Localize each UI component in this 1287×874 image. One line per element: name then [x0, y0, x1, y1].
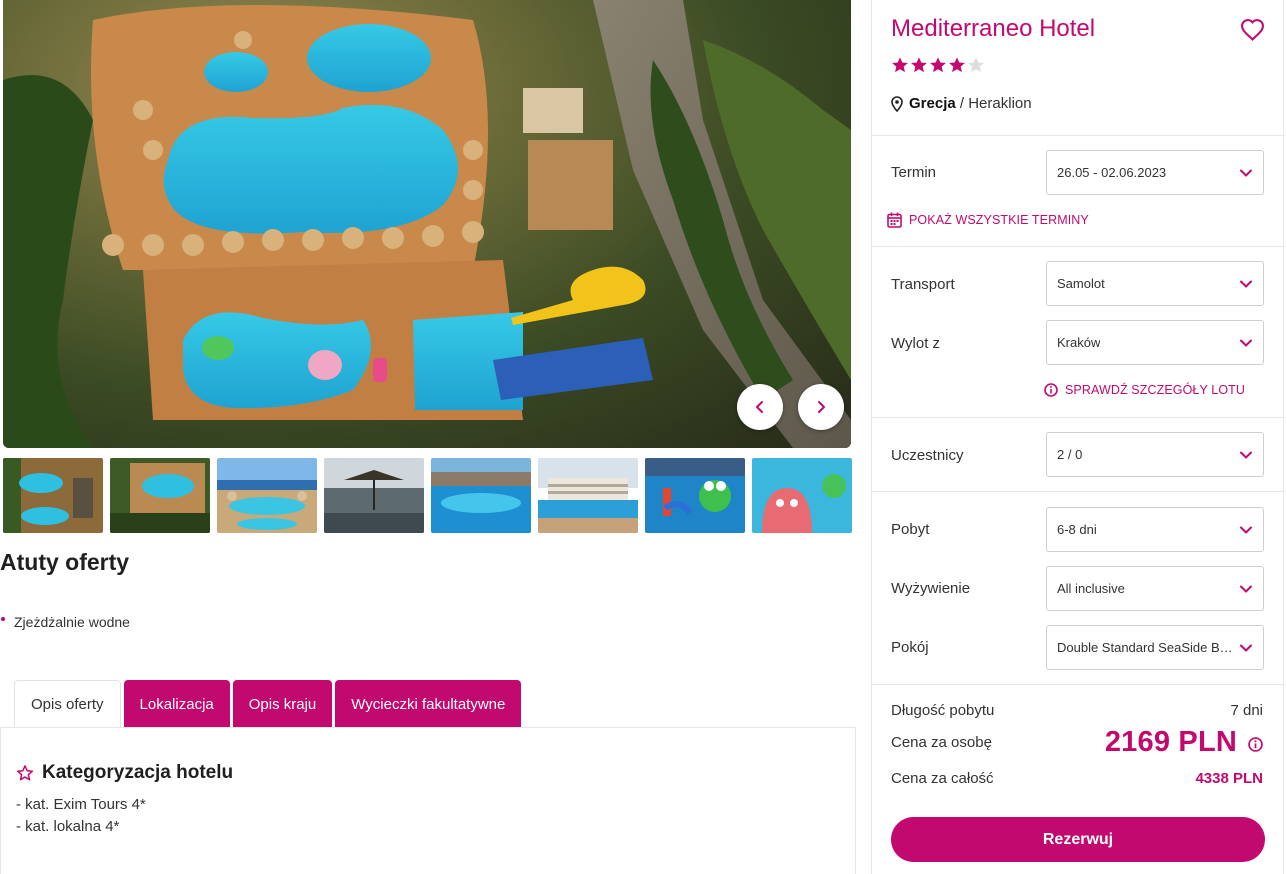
termin-select[interactable]: 26.05 - 02.06.2023 [1046, 150, 1264, 195]
show-all-terms-label: POKAŻ WSZYSTKIE TERMINY [909, 213, 1089, 227]
thumb-pool-aerial-2[interactable] [110, 458, 210, 533]
star-outline-icon [16, 765, 34, 781]
book-button[interactable]: Rezerwuj [891, 817, 1265, 862]
uczestnicy-select[interactable]: 2 / 0 [1046, 432, 1264, 477]
main-photo-image [3, 0, 851, 448]
uczestnicy-label: Uczestnicy [891, 447, 964, 464]
divider [872, 684, 1285, 685]
calendar-icon [887, 212, 902, 228]
pokoj-select[interactable]: Double Standard SeaSide Balcony [1046, 625, 1264, 670]
thumb-kids-pool-octopus[interactable] [752, 458, 852, 533]
gallery-next-button[interactable] [798, 384, 844, 430]
thumbnail-strip [3, 458, 856, 533]
hotel-stars [891, 56, 985, 74]
show-all-terms-link[interactable]: POKAŻ WSZYSTKIE TERMINY [887, 212, 1089, 228]
thumb-pool-aerial-1[interactable] [3, 458, 103, 533]
wylot-select[interactable]: Kraków [1046, 320, 1264, 365]
pobyt-select[interactable]: 6-8 dni [1046, 507, 1264, 552]
tab-wycieczki-fakultatywne[interactable]: Wycieczki fakultatywne [335, 680, 522, 728]
termin-label: Termin [891, 164, 937, 181]
price-info-button[interactable] [1248, 737, 1263, 757]
divider [872, 246, 1285, 247]
thumb-pool-hotel-front[interactable] [431, 458, 531, 533]
category-lines: - kat. Exim Tours 4* - kat. lokalna 4* [16, 794, 146, 838]
atuty-title: Atuty oferty [0, 549, 130, 575]
tab-opis-oferty[interactable]: Opis oferty [14, 680, 121, 728]
atuty-item: Zjeżdżalnie wodne [0, 612, 130, 632]
atuty-list: Zjeżdżalnie wodne [0, 612, 130, 632]
hotel-city: Heraklion [968, 95, 1032, 112]
hotel-name: Mediterraneo Hotel [891, 15, 1096, 42]
gallery-prev-button[interactable] [737, 384, 783, 430]
wyzywienie-select[interactable]: All inclusive [1046, 566, 1264, 611]
main-photo[interactable] [3, 0, 851, 448]
heart-icon [1241, 19, 1264, 41]
star-filled-icon [949, 57, 965, 73]
duration-value: 7 dni [1230, 702, 1263, 719]
per-person-label: Cena za osobę [891, 734, 992, 751]
thumb-pool-sea-view[interactable] [217, 458, 317, 533]
thumb-kids-pool-frog[interactable] [645, 458, 745, 533]
wylot-label: Wylot z [891, 335, 941, 352]
chevron-down-icon [1240, 644, 1252, 652]
total-price: 4338 PLN [1195, 770, 1263, 787]
tab-panel: Kategoryzacja hotelu - kat. Exim Tours 4… [0, 727, 856, 874]
flight-details-link[interactable]: SPRAWDŹ SZCZEGÓŁY LOTU [1044, 383, 1245, 397]
duration-label: Długość pobytu [891, 702, 995, 719]
chevron-down-icon [1240, 339, 1252, 347]
chevron-down-icon [1240, 585, 1252, 593]
description-tabs: Opis oferty Lokalizacja Opis kraju Wycie… [14, 680, 522, 728]
category-line: - kat. Exim Tours 4* [16, 796, 146, 813]
pokoj-value: Double Standard SeaSide Balcony [1057, 640, 1233, 655]
info-icon [1248, 737, 1263, 752]
thumb-beach-umbrellas[interactable] [324, 458, 424, 533]
pobyt-label: Pobyt [891, 521, 930, 538]
per-person-price: 2169 PLN [1104, 726, 1237, 758]
uczestnicy-value: 2 / 0 [1057, 447, 1083, 462]
transport-label: Transport [891, 276, 955, 293]
location-separator: / [955, 95, 969, 112]
wyzywienie-value: All inclusive [1057, 581, 1125, 596]
star-filled-icon [892, 57, 908, 73]
tab-opis-kraju[interactable]: Opis kraju [232, 680, 333, 728]
category-line: - kat. lokalna 4* [16, 818, 120, 835]
divider [872, 491, 1285, 492]
pokoj-label: Pokój [891, 639, 929, 656]
chevron-down-icon [1240, 451, 1252, 459]
chevron-down-icon [1240, 526, 1252, 534]
star-filled-icon [930, 57, 946, 73]
tab-lokalizacja[interactable]: Lokalizacja [123, 680, 230, 728]
wyzywienie-label: Wyżywienie [891, 580, 971, 597]
chevron-down-icon [1240, 169, 1252, 177]
total-label: Cena za całość [891, 770, 994, 787]
flight-details-label: SPRAWDŹ SZCZEGÓŁY LOTU [1065, 383, 1246, 397]
wylot-value: Kraków [1057, 335, 1101, 350]
favorite-button[interactable] [1240, 18, 1265, 46]
transport-select[interactable]: Samolot [1046, 261, 1264, 306]
star-empty-icon [968, 57, 984, 73]
map-pin-icon [891, 95, 903, 112]
transport-value: Samolot [1057, 276, 1105, 291]
hotel-country: Grecja [909, 95, 956, 112]
info-icon [1044, 383, 1058, 397]
hotel-location: Grecja / Heraklion [891, 95, 1032, 112]
chevron-down-icon [1240, 280, 1252, 288]
chevron-left-icon [756, 401, 763, 413]
category-title: Kategoryzacja hotelu [42, 762, 234, 783]
booking-panel: Mediterraneo Hotel Grecja / Heraklion Te… [871, 0, 1285, 874]
chevron-right-icon [818, 401, 825, 413]
star-filled-icon [911, 57, 927, 73]
pobyt-value: 6-8 dni [1057, 522, 1097, 537]
category-heading: Kategoryzacja hotelu [16, 762, 233, 784]
termin-value: 26.05 - 02.06.2023 [1057, 165, 1167, 180]
divider [872, 135, 1285, 136]
thumb-hotel-building-pool[interactable] [538, 458, 638, 533]
divider [872, 417, 1285, 418]
